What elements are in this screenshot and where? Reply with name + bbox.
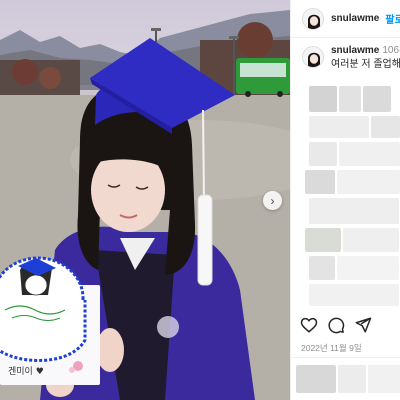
tassel-cord	[202, 109, 205, 201]
avatar[interactable]	[302, 7, 324, 30]
comment-icon[interactable]	[327, 316, 345, 334]
caption-text: snulawme106주 여러분 저 졸업해	[331, 44, 400, 72]
caption: snulawme106주 여러분 저 졸업해	[302, 44, 400, 72]
cake-side	[0, 300, 87, 362]
username-link[interactable]: snulawme	[331, 13, 379, 24]
lamp-post	[233, 36, 235, 96]
post-date: 2022년 11월 9일	[301, 343, 362, 353]
hand	[96, 328, 124, 372]
caption-username[interactable]: snulawme	[331, 45, 379, 56]
avatar-image	[303, 47, 323, 67]
follow-button[interactable]: 팔로	[385, 11, 400, 26]
action-bar	[300, 316, 381, 334]
caption-avatar[interactable]	[302, 46, 324, 68]
post-header: snulawme 팔로	[291, 0, 400, 38]
caption-body: 여러분 저 졸업해	[331, 59, 400, 70]
heart-icon[interactable]	[300, 316, 318, 334]
next-photo-button[interactable]: ›	[263, 191, 282, 210]
blurred-comment-input	[296, 365, 400, 393]
avatar-image	[303, 8, 323, 29]
send-icon[interactable]	[354, 316, 372, 334]
photo-scene: 겐미이 ♥	[0, 10, 290, 400]
divider	[290, 357, 400, 358]
emblem	[157, 316, 179, 338]
chevron-right-icon: ›	[270, 193, 275, 208]
blurred-comments	[305, 84, 400, 309]
post-photo[interactable]: 겐미이 ♥ ›	[0, 0, 290, 400]
cake-message: 겐미이 ♥	[8, 366, 44, 377]
tassel	[197, 194, 213, 286]
caption-time: 106주	[382, 45, 400, 56]
